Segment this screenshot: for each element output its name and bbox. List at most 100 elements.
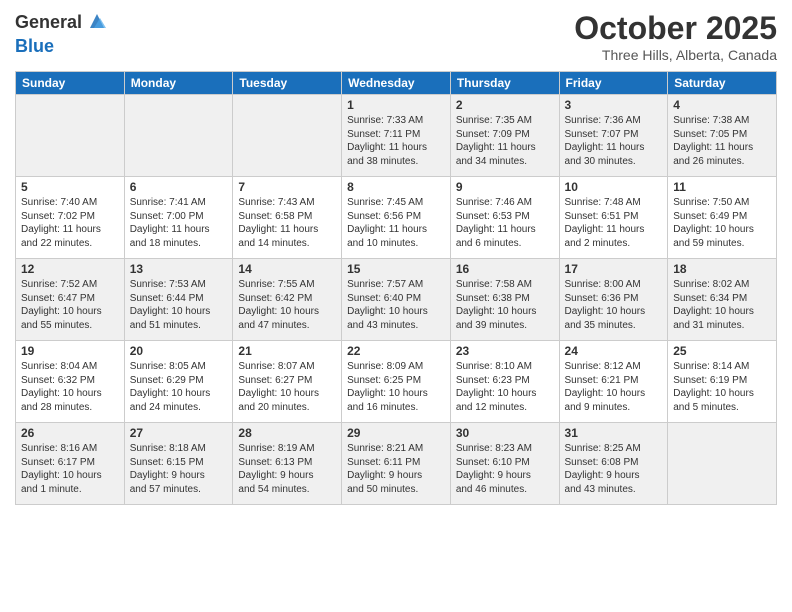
calendar-day-cell: 4 Sunrise: 7:38 AM Sunset: 7:05 PM Daylig…: [668, 95, 777, 177]
day-info: Sunrise: 8:19 AM Sunset: 6:13 PM Dayligh…: [238, 442, 336, 496]
day-number: 22: [347, 344, 445, 358]
calendar-day-cell: 12Sunrise: 7:52 AM Sunset: 6:47 PM Dayli…: [16, 259, 125, 341]
day-number: 23: [456, 344, 554, 358]
day-info: Sunrise: 8:25 AM Sunset: 6:08 PM Dayligh…: [565, 442, 663, 496]
day-number: 13: [130, 262, 228, 276]
weekday-header: Thursday: [450, 72, 559, 95]
day-number: 18: [673, 262, 771, 276]
day-number: 28: [238, 426, 336, 440]
weekday-header: Monday: [124, 72, 233, 95]
day-info: Sunrise: 7:50 AM Sunset: 6:49 PM Dayligh…: [673, 196, 771, 250]
weekday-header: Saturday: [668, 72, 777, 95]
day-info: Sunrise: 7:48 AM Sunset: 6:51 PM Dayligh…: [565, 196, 663, 250]
calendar-day-cell: 11 Sunrise: 7:50 AM Sunset: 6:49 PM Dayli…: [668, 177, 777, 259]
day-number: 10: [565, 180, 663, 194]
calendar-empty-cell: [233, 95, 342, 177]
day-info: Sunrise: 7:57 AM Sunset: 6:40 PM Dayligh…: [347, 278, 445, 332]
day-number: 27: [130, 426, 228, 440]
calendar-day-cell: 20 Sunrise: 8:05 AM Sunset: 6:29 PM Dayli…: [124, 341, 233, 423]
day-number: 15: [347, 262, 445, 276]
day-number: 11: [673, 180, 771, 194]
calendar-week-row: 26 Sunrise: 8:16 AM Sunset: 6:17 PM Dayli…: [16, 423, 777, 505]
calendar-day-cell: 25 Sunrise: 8:14 AM Sunset: 6:19 PM Dayli…: [668, 341, 777, 423]
calendar-day-cell: 6Sunrise: 7:41 AM Sunset: 7:00 PM Daylig…: [124, 177, 233, 259]
day-info: Sunrise: 7:55 AM Sunset: 6:42 PM Dayligh…: [238, 278, 336, 332]
day-info: Sunrise: 7:38 AM Sunset: 7:05 PM Dayligh…: [673, 114, 771, 168]
day-number: 17: [565, 262, 663, 276]
day-info: Sunrise: 8:07 AM Sunset: 6:27 PM Dayligh…: [238, 360, 336, 414]
day-info: Sunrise: 8:09 AM Sunset: 6:25 PM Dayligh…: [347, 360, 445, 414]
calendar-day-cell: 9 Sunrise: 7:46 AM Sunset: 6:53 PM Daylig…: [450, 177, 559, 259]
calendar-week-row: 1 Sunrise: 7:33 AM Sunset: 7:11 PM Daylig…: [16, 95, 777, 177]
day-number: 25: [673, 344, 771, 358]
calendar-day-cell: 16 Sunrise: 7:58 AM Sunset: 6:38 PM Dayli…: [450, 259, 559, 341]
calendar-day-cell: 2 Sunrise: 7:35 AM Sunset: 7:09 PM Daylig…: [450, 95, 559, 177]
day-info: Sunrise: 8:16 AM Sunset: 6:17 PM Dayligh…: [21, 442, 119, 496]
day-info: Sunrise: 7:36 AM Sunset: 7:07 PM Dayligh…: [565, 114, 663, 168]
day-number: 12: [21, 262, 119, 276]
calendar-day-cell: 1 Sunrise: 7:33 AM Sunset: 7:11 PM Daylig…: [342, 95, 451, 177]
month-title: October 2025: [574, 10, 777, 47]
day-number: 31: [565, 426, 663, 440]
day-number: 26: [21, 426, 119, 440]
calendar-day-cell: 18 Sunrise: 8:02 AM Sunset: 6:34 PM Dayli…: [668, 259, 777, 341]
day-number: 7: [238, 180, 336, 194]
day-number: 16: [456, 262, 554, 276]
day-info: Sunrise: 8:10 AM Sunset: 6:23 PM Dayligh…: [456, 360, 554, 414]
calendar-day-cell: 5Sunrise: 7:40 AM Sunset: 7:02 PM Daylig…: [16, 177, 125, 259]
calendar-day-cell: 3 Sunrise: 7:36 AM Sunset: 7:07 PM Daylig…: [559, 95, 668, 177]
calendar-day-cell: 24Sunrise: 8:12 AM Sunset: 6:21 PM Dayli…: [559, 341, 668, 423]
day-info: Sunrise: 8:18 AM Sunset: 6:15 PM Dayligh…: [130, 442, 228, 496]
calendar-empty-cell: [16, 95, 125, 177]
calendar-day-cell: 19Sunrise: 8:04 AM Sunset: 6:32 PM Dayli…: [16, 341, 125, 423]
calendar-day-cell: 30Sunrise: 8:23 AM Sunset: 6:10 PM Dayli…: [450, 423, 559, 505]
location: Three Hills, Alberta, Canada: [574, 47, 777, 63]
day-info: Sunrise: 7:58 AM Sunset: 6:38 PM Dayligh…: [456, 278, 554, 332]
day-number: 21: [238, 344, 336, 358]
logo-general: General: [15, 13, 82, 33]
calendar-week-row: 12Sunrise: 7:52 AM Sunset: 6:47 PM Dayli…: [16, 259, 777, 341]
day-number: 6: [130, 180, 228, 194]
calendar-day-cell: 31 Sunrise: 8:25 AM Sunset: 6:08 PM Dayli…: [559, 423, 668, 505]
calendar-empty-cell: [124, 95, 233, 177]
calendar-day-cell: 10 Sunrise: 7:48 AM Sunset: 6:51 PM Dayli…: [559, 177, 668, 259]
day-number: 3: [565, 98, 663, 112]
day-number: 5: [21, 180, 119, 194]
calendar-day-cell: 13 Sunrise: 7:53 AM Sunset: 6:44 PM Dayli…: [124, 259, 233, 341]
calendar-day-cell: 7 Sunrise: 7:43 AM Sunset: 6:58 PM Daylig…: [233, 177, 342, 259]
calendar-day-cell: 14 Sunrise: 7:55 AM Sunset: 6:42 PM Dayli…: [233, 259, 342, 341]
day-info: Sunrise: 7:43 AM Sunset: 6:58 PM Dayligh…: [238, 196, 336, 250]
day-number: 20: [130, 344, 228, 358]
calendar-day-cell: 15 Sunrise: 7:57 AM Sunset: 6:40 PM Dayli…: [342, 259, 451, 341]
calendar-day-cell: 28 Sunrise: 8:19 AM Sunset: 6:13 PM Dayli…: [233, 423, 342, 505]
weekday-header: Tuesday: [233, 72, 342, 95]
calendar-day-cell: 27 Sunrise: 8:18 AM Sunset: 6:15 PM Dayli…: [124, 423, 233, 505]
calendar-day-cell: 23 Sunrise: 8:10 AM Sunset: 6:23 PM Dayli…: [450, 341, 559, 423]
weekday-header: Wednesday: [342, 72, 451, 95]
day-info: Sunrise: 7:33 AM Sunset: 7:11 PM Dayligh…: [347, 114, 445, 168]
day-info: Sunrise: 8:05 AM Sunset: 6:29 PM Dayligh…: [130, 360, 228, 414]
day-info: Sunrise: 7:53 AM Sunset: 6:44 PM Dayligh…: [130, 278, 228, 332]
day-info: Sunrise: 7:35 AM Sunset: 7:09 PM Dayligh…: [456, 114, 554, 168]
day-number: 1: [347, 98, 445, 112]
day-number: 14: [238, 262, 336, 276]
calendar-day-cell: 22 Sunrise: 8:09 AM Sunset: 6:25 PM Dayli…: [342, 341, 451, 423]
day-number: 2: [456, 98, 554, 112]
logo: General Blue: [15, 10, 108, 56]
logo-icon: [86, 10, 108, 37]
day-number: 8: [347, 180, 445, 194]
calendar-day-cell: 29Sunrise: 8:21 AM Sunset: 6:11 PM Dayli…: [342, 423, 451, 505]
weekday-header-row: SundayMondayTuesdayWednesdayThursdayFrid…: [16, 72, 777, 95]
calendar-day-cell: 8Sunrise: 7:45 AM Sunset: 6:56 PM Daylig…: [342, 177, 451, 259]
day-info: Sunrise: 8:02 AM Sunset: 6:34 PM Dayligh…: [673, 278, 771, 332]
day-info: Sunrise: 8:12 AM Sunset: 6:21 PM Dayligh…: [565, 360, 663, 414]
calendar: SundayMondayTuesdayWednesdayThursdayFrid…: [15, 71, 777, 505]
day-info: Sunrise: 7:46 AM Sunset: 6:53 PM Dayligh…: [456, 196, 554, 250]
calendar-day-cell: 17 Sunrise: 8:00 AM Sunset: 6:36 PM Dayli…: [559, 259, 668, 341]
day-number: 9: [456, 180, 554, 194]
day-info: Sunrise: 8:14 AM Sunset: 6:19 PM Dayligh…: [673, 360, 771, 414]
day-info: Sunrise: 8:00 AM Sunset: 6:36 PM Dayligh…: [565, 278, 663, 332]
weekday-header: Friday: [559, 72, 668, 95]
day-number: 29: [347, 426, 445, 440]
day-number: 4: [673, 98, 771, 112]
